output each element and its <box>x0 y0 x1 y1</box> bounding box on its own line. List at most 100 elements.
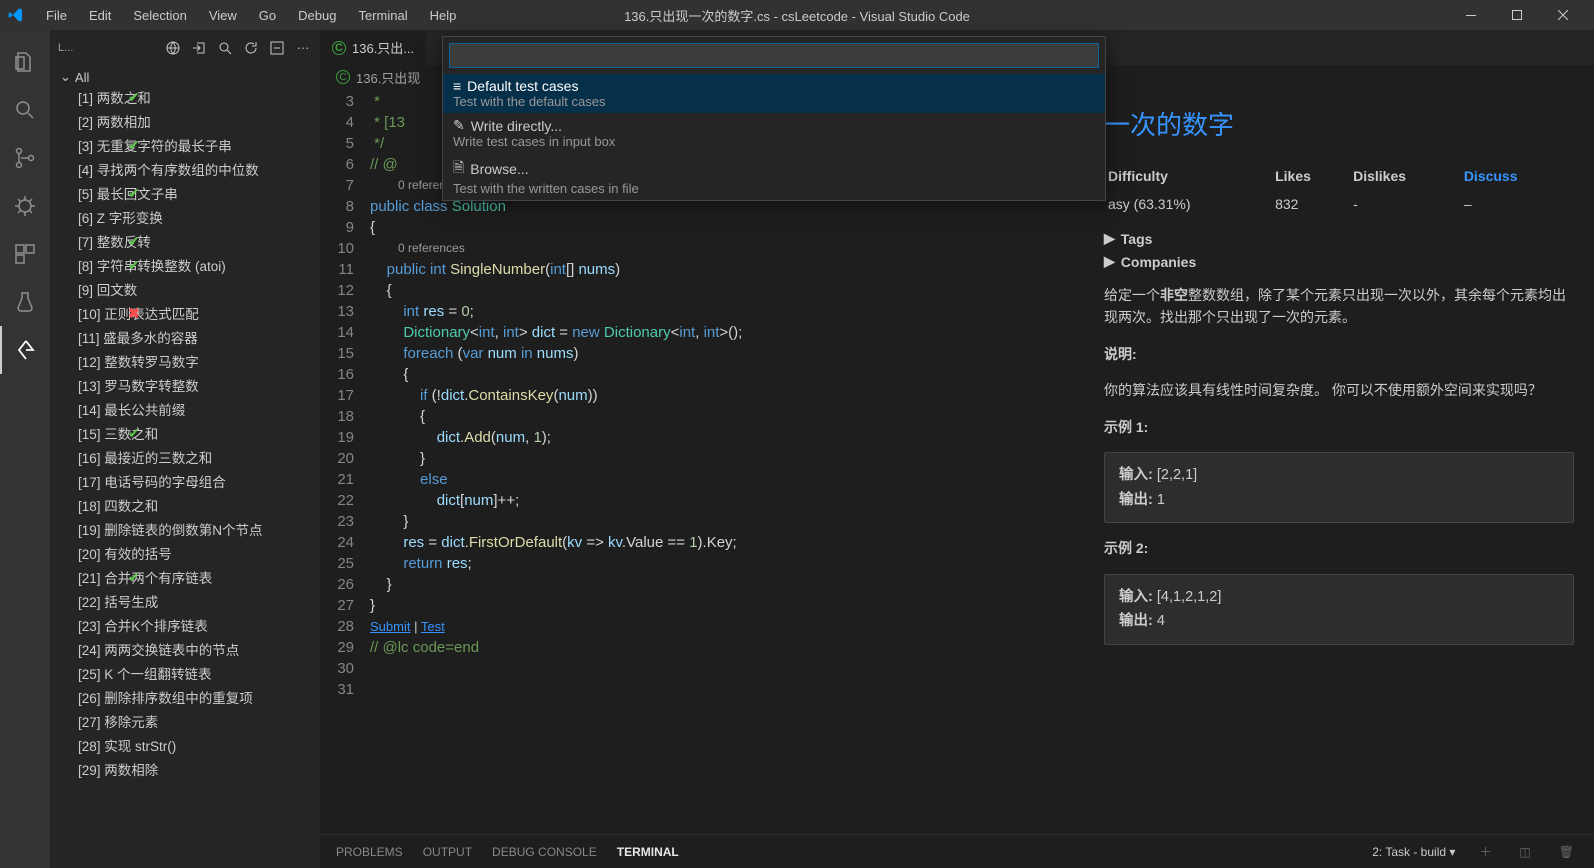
problem-item[interactable]: ✔[1] 两数之和 <box>50 85 320 109</box>
panel-tab-terminal[interactable]: TERMINAL <box>617 845 679 859</box>
problem-item[interactable]: [19] 删除链表的倒数第N个节点 <box>50 517 320 541</box>
problem-item[interactable]: [28] 实现 strStr() <box>50 733 320 757</box>
quick-input-item-write[interactable]: ✎Write directly... Write test cases in i… <box>443 113 1105 153</box>
problem-item[interactable]: [4] 寻找两个有序数组的中位数 <box>50 157 320 181</box>
problem-item[interactable]: [17] 电话号码的字母组合 <box>50 469 320 493</box>
collapse-icon[interactable] <box>268 39 286 57</box>
maximize-button[interactable] <box>1494 0 1540 30</box>
problem-item[interactable]: ✔[3] 无重复字符的最长子串 <box>50 133 320 157</box>
minimize-button[interactable] <box>1448 0 1494 30</box>
status-check-icon: ✔ <box>128 233 140 250</box>
problem-tree: ⌄ All ✔[1] 两数之和[2] 两数相加✔[3] 无重复字符的最长子串[4… <box>50 65 320 868</box>
menu-view[interactable]: View <box>199 4 247 27</box>
problem-item[interactable]: ✔[21] 合并两个有序链表 <box>50 565 320 589</box>
problem-item-label: [29] 两数相除 <box>78 759 158 779</box>
status-check-icon: ✔ <box>128 425 140 442</box>
explorer-tab[interactable] <box>0 38 50 86</box>
codelens-references[interactable]: 0 references <box>370 238 742 259</box>
tags-toggle[interactable]: ▶Tags <box>1104 230 1574 247</box>
debug-tab[interactable] <box>0 182 50 230</box>
problem-item[interactable]: [24] 两两交换链表中的节点 <box>50 637 320 661</box>
problem-item[interactable]: ✔[7] 整数反转 <box>50 229 320 253</box>
terminal-selector[interactable]: 2: Task - build ▾ <box>1372 845 1455 859</box>
td-difficulty: asy (63.31%) <box>1106 190 1271 218</box>
refresh-icon[interactable] <box>242 39 260 57</box>
problem-item[interactable]: [9] 回文数 <box>50 277 320 301</box>
problem-item[interactable]: ✔[5] 最长回文子串 <box>50 181 320 205</box>
problem-item-label: [14] 最长公共前缀 <box>78 399 185 419</box>
close-button[interactable] <box>1540 0 1586 30</box>
problem-item[interactable]: ✖[10] 正则表达式匹配 <box>50 301 320 325</box>
problem-item-label: [24] 两两交换链表中的节点 <box>78 639 239 659</box>
problem-item[interactable]: [23] 合并K个排序链表 <box>50 613 320 637</box>
menu-selection[interactable]: Selection <box>123 4 196 27</box>
problem-item[interactable]: [11] 盛最多水的容器 <box>50 325 320 349</box>
quick-input-item-browse[interactable]: 🗎Browse... Test with the written cases i… <box>443 153 1105 200</box>
problem-item-label: [15] 三数之和 <box>78 423 158 443</box>
problem-item[interactable]: [29] 两数相除 <box>50 757 320 781</box>
quick-input-field[interactable] <box>449 43 1099 68</box>
source-control-tab[interactable] <box>0 134 50 182</box>
submit-link[interactable]: Submit <box>370 619 410 634</box>
problem-item[interactable]: [27] 移除元素 <box>50 709 320 733</box>
leetcode-tab[interactable] <box>0 326 50 374</box>
activity-bar <box>0 30 50 868</box>
problem-item[interactable]: [13] 罗马数字转整数 <box>50 373 320 397</box>
problem-item[interactable]: [16] 最接近的三数之和 <box>50 445 320 469</box>
status-check-icon: ✔ <box>128 257 140 274</box>
menu-debug[interactable]: Debug <box>288 4 346 27</box>
note-heading: 说明: <box>1104 343 1574 365</box>
problem-item[interactable]: [25] K 个一组翻转链表 <box>50 661 320 685</box>
problem-item[interactable]: [26] 删除排序数组中的重复项 <box>50 685 320 709</box>
problem-item[interactable]: [18] 四数之和 <box>50 493 320 517</box>
problem-item[interactable]: [6] Z 字形变换 <box>50 205 320 229</box>
editor-tab[interactable]: C 136.只出... <box>320 30 426 65</box>
problem-item[interactable]: [22] 括号生成 <box>50 589 320 613</box>
th-discuss[interactable]: Discuss <box>1462 164 1572 188</box>
list-icon: ≡ <box>453 78 461 94</box>
split-terminal-icon[interactable]: ◫ <box>1515 845 1534 859</box>
problem-item[interactable]: [14] 最长公共前缀 <box>50 397 320 421</box>
problem-item[interactable]: [2] 两数相加 <box>50 109 320 133</box>
search-icon[interactable] <box>216 39 234 57</box>
test-link[interactable]: Test <box>421 619 445 634</box>
signin-icon[interactable] <box>190 39 208 57</box>
menu-go[interactable]: Go <box>249 4 286 27</box>
problem-item[interactable]: [12] 整数转罗马数字 <box>50 349 320 373</box>
status-check-icon: ✔ <box>128 569 140 586</box>
quick-input-item-default[interactable]: ≡Default test cases Test with the defaul… <box>443 74 1105 113</box>
kill-terminal-icon[interactable]: 🗑 <box>1555 845 1578 859</box>
status-x-icon: ✖ <box>128 305 140 322</box>
problem-item-label: [21] 合并两个有序链表 <box>78 567 212 587</box>
menu-help[interactable]: Help <box>420 4 467 27</box>
new-terminal-icon[interactable]: ＋ <box>1475 843 1495 860</box>
problem-item[interactable]: ✔[15] 三数之和 <box>50 421 320 445</box>
testing-tab[interactable] <box>0 278 50 326</box>
problem-item-label: [2] 两数相加 <box>78 111 151 131</box>
menu-file[interactable]: File <box>36 4 77 27</box>
menu-bar: File Edit Selection View Go Debug Termin… <box>36 4 466 27</box>
more-icon[interactable]: ··· <box>294 39 312 57</box>
menu-edit[interactable]: Edit <box>79 4 121 27</box>
status-check-icon: ✔ <box>128 185 140 202</box>
problem-item[interactable]: ✔[8] 字符串转换整数 (atoi) <box>50 253 320 277</box>
problem-description: 一次的数字 Difficulty Likes Dislikes Discuss … <box>1084 89 1594 834</box>
tree-root-all[interactable]: ⌄ All <box>50 69 320 85</box>
menu-terminal[interactable]: Terminal <box>348 4 417 27</box>
window-title: 136.只出现一次的数字.cs - csLeetcode - Visual St… <box>624 6 970 25</box>
panel-tab-debug-console[interactable]: DEBUG CONSOLE <box>492 845 597 859</box>
globe-icon[interactable] <box>164 39 182 57</box>
bottom-panel: PROBLEMS OUTPUT DEBUG CONSOLE TERMINAL 2… <box>320 834 1594 868</box>
problem-item[interactable]: [20] 有效的括号 <box>50 541 320 565</box>
problem-item-label: [22] 括号生成 <box>78 591 158 611</box>
search-tab[interactable] <box>0 86 50 134</box>
companies-toggle[interactable]: ▶Companies <box>1104 253 1574 270</box>
status-check-icon: ✔ <box>128 89 140 106</box>
title-bar: File Edit Selection View Go Debug Termin… <box>0 0 1594 30</box>
panel-tab-problems[interactable]: PROBLEMS <box>336 845 403 859</box>
extensions-tab[interactable] <box>0 230 50 278</box>
panel-tab-output[interactable]: OUTPUT <box>423 845 472 859</box>
problem-title: 一次的数字 <box>1104 105 1574 142</box>
example1-body: 输入: [2,2,1] 输出: 1 <box>1104 452 1574 523</box>
chevron-down-icon: ⌄ <box>60 69 71 85</box>
